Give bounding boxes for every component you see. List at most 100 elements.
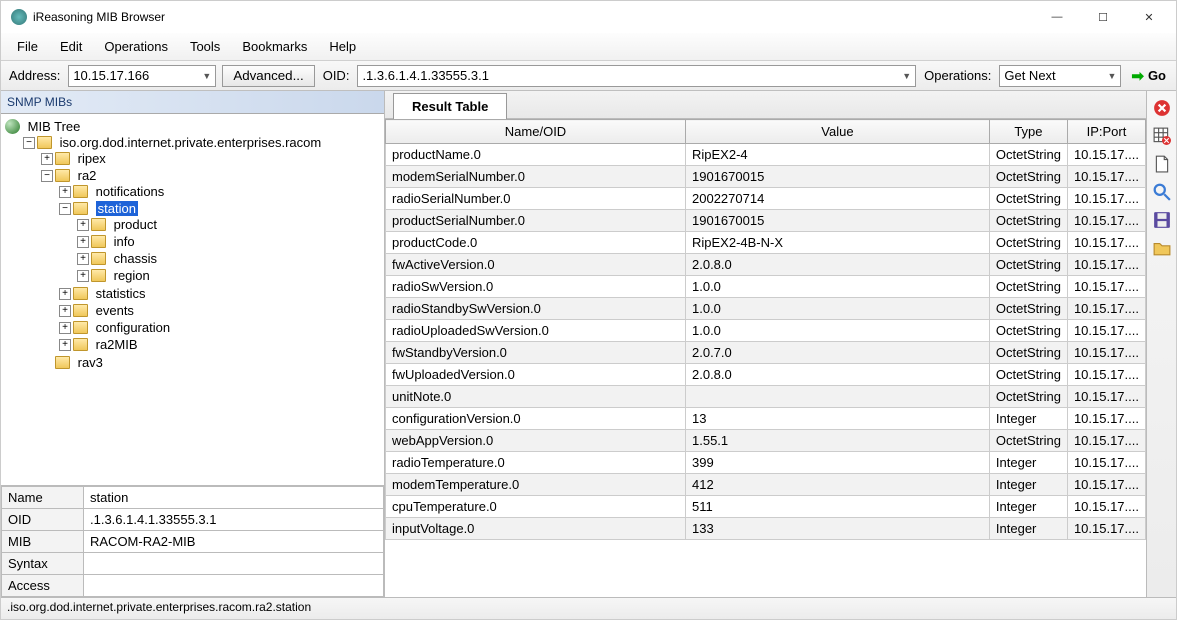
folder-icon [73, 185, 88, 198]
detail-syntax-label: Syntax [2, 553, 84, 575]
expand-icon[interactable]: + [77, 270, 89, 282]
cell-ip: 10.15.17.... [1067, 452, 1145, 474]
cell-type: Integer [989, 496, 1067, 518]
go-button[interactable]: ➡ Go [1127, 67, 1170, 85]
table-row[interactable]: modemTemperature.0412Integer10.15.17.... [386, 474, 1146, 496]
menu-help[interactable]: Help [319, 35, 366, 58]
cell-type: OctetString [989, 276, 1067, 298]
table-row[interactable]: unitNote.0OctetString10.15.17.... [386, 386, 1146, 408]
expand-icon[interactable]: + [59, 186, 71, 198]
tree-node-rav3[interactable]: rav3 [41, 355, 382, 370]
menu-bookmarks[interactable]: Bookmarks [232, 35, 317, 58]
table-row[interactable]: fwUploadedVersion.02.0.8.0OctetString10.… [386, 364, 1146, 386]
tree-node-notifications[interactable]: + notifications [59, 184, 382, 199]
expand-icon[interactable]: + [77, 253, 89, 265]
close-button[interactable]: ✕ [1126, 2, 1172, 32]
search-icon[interactable] [1153, 183, 1171, 201]
table-row[interactable]: productCode.0RipEX2-4B-N-XOctetString10.… [386, 232, 1146, 254]
tree-root[interactable]: MIB Tree [5, 119, 382, 134]
tree-node-station[interactable]: − station [59, 201, 382, 216]
cell-type: Integer [989, 452, 1067, 474]
cell-name: webAppVersion.0 [386, 430, 686, 452]
detail-mib-label: MIB [2, 531, 84, 553]
expand-icon[interactable]: + [41, 153, 53, 165]
table-row[interactable]: cpuTemperature.0511Integer10.15.17.... [386, 496, 1146, 518]
cell-ip: 10.15.17.... [1067, 320, 1145, 342]
minimize-button[interactable]: — [1034, 2, 1080, 32]
table-row[interactable]: configurationVersion.013Integer10.15.17.… [386, 408, 1146, 430]
tree-node-racom[interactable]: − iso.org.dod.internet.private.enterpris… [23, 135, 382, 150]
expand-icon[interactable]: + [59, 288, 71, 300]
cell-name: configurationVersion.0 [386, 408, 686, 430]
table-row[interactable]: fwStandbyVersion.02.0.7.0OctetString10.1… [386, 342, 1146, 364]
mib-tree[interactable]: MIB Tree − iso.org.dod.internet.private.… [1, 114, 384, 486]
tree-node-events[interactable]: + events [59, 303, 382, 318]
cell-type: Integer [989, 408, 1067, 430]
detail-syntax-value [84, 553, 384, 575]
collapse-icon[interactable]: − [59, 203, 71, 215]
globe-icon [5, 119, 20, 134]
cell-value: 1.0.0 [686, 298, 990, 320]
advanced-button[interactable]: Advanced... [222, 65, 314, 87]
delete-icon[interactable] [1153, 99, 1171, 117]
operations-value: Get Next [1004, 68, 1055, 83]
table-row[interactable]: fwActiveVersion.02.0.8.0OctetString10.15… [386, 254, 1146, 276]
table-row[interactable]: inputVoltage.0133Integer10.15.17.... [386, 518, 1146, 540]
col-header-type[interactable]: Type [989, 120, 1067, 144]
tree-node-ripex[interactable]: + ripex [41, 151, 382, 166]
folder-icon [73, 202, 88, 215]
collapse-icon[interactable]: − [41, 170, 53, 182]
cell-value: RipEX2-4 [686, 144, 990, 166]
table-row[interactable]: radioStandbySwVersion.01.0.0OctetString1… [386, 298, 1146, 320]
result-scroll-area[interactable]: Name/OID Value Type IP:Port productName.… [385, 119, 1146, 597]
table-row[interactable]: productName.0RipEX2-4OctetString10.15.17… [386, 144, 1146, 166]
new-document-icon[interactable] [1153, 155, 1171, 173]
tree-node-statistics[interactable]: + statistics [59, 286, 382, 301]
table-delete-icon[interactable] [1153, 127, 1171, 145]
cell-name: inputVoltage.0 [386, 518, 686, 540]
cell-name: cpuTemperature.0 [386, 496, 686, 518]
cell-value: 1901670015 [686, 166, 990, 188]
tree-node-ra2mib[interactable]: + ra2MIB [59, 337, 382, 352]
menu-operations[interactable]: Operations [94, 35, 178, 58]
table-row[interactable]: radioUploadedSwVersion.01.0.0OctetString… [386, 320, 1146, 342]
save-icon[interactable] [1153, 211, 1171, 229]
table-row[interactable]: productSerialNumber.01901670015OctetStri… [386, 210, 1146, 232]
address-combo[interactable]: 10.15.17.166 ▼ [68, 65, 216, 87]
tree-node-configuration[interactable]: + configuration [59, 320, 382, 335]
expand-icon[interactable]: + [77, 219, 89, 231]
table-row[interactable]: modemSerialNumber.01901670015OctetString… [386, 166, 1146, 188]
expand-icon[interactable]: + [59, 339, 71, 351]
tree-node-region[interactable]: + region [77, 268, 382, 283]
collapse-icon[interactable]: − [23, 137, 35, 149]
cell-type: OctetString [989, 298, 1067, 320]
cell-ip: 10.15.17.... [1067, 166, 1145, 188]
tree-node-ra2[interactable]: − ra2 [41, 168, 382, 183]
expand-icon[interactable]: + [77, 236, 89, 248]
table-row[interactable]: radioTemperature.0399Integer10.15.17.... [386, 452, 1146, 474]
menu-tools[interactable]: Tools [180, 35, 230, 58]
table-row[interactable]: radioSwVersion.01.0.0OctetString10.15.17… [386, 276, 1146, 298]
table-row[interactable]: radioSerialNumber.02002270714OctetString… [386, 188, 1146, 210]
menu-file[interactable]: File [7, 35, 48, 58]
expand-icon[interactable]: + [59, 305, 71, 317]
tree-node-info[interactable]: + info [77, 234, 382, 249]
cell-value: 2.0.8.0 [686, 364, 990, 386]
expand-icon[interactable]: + [59, 322, 71, 334]
open-folder-icon[interactable] [1153, 239, 1171, 257]
menu-edit[interactable]: Edit [50, 35, 92, 58]
cell-ip: 10.15.17.... [1067, 364, 1145, 386]
cell-ip: 10.15.17.... [1067, 430, 1145, 452]
tree-node-chassis[interactable]: + chassis [77, 251, 382, 266]
col-header-value[interactable]: Value [686, 120, 990, 144]
tab-result-table[interactable]: Result Table [393, 93, 507, 119]
operations-combo[interactable]: Get Next ▼ [999, 65, 1121, 87]
cell-type: OctetString [989, 430, 1067, 452]
tree-node-product[interactable]: + product [77, 217, 382, 232]
maximize-button[interactable]: ☐ [1080, 2, 1126, 32]
table-row[interactable]: webAppVersion.01.55.1OctetString10.15.17… [386, 430, 1146, 452]
right-pane: Result Table Name/OID Value Type IP:Port… [385, 91, 1176, 597]
oid-combo[interactable]: .1.3.6.1.4.1.33555.3.1 ▼ [357, 65, 916, 87]
col-header-ipport[interactable]: IP:Port [1067, 120, 1145, 144]
col-header-name[interactable]: Name/OID [386, 120, 686, 144]
